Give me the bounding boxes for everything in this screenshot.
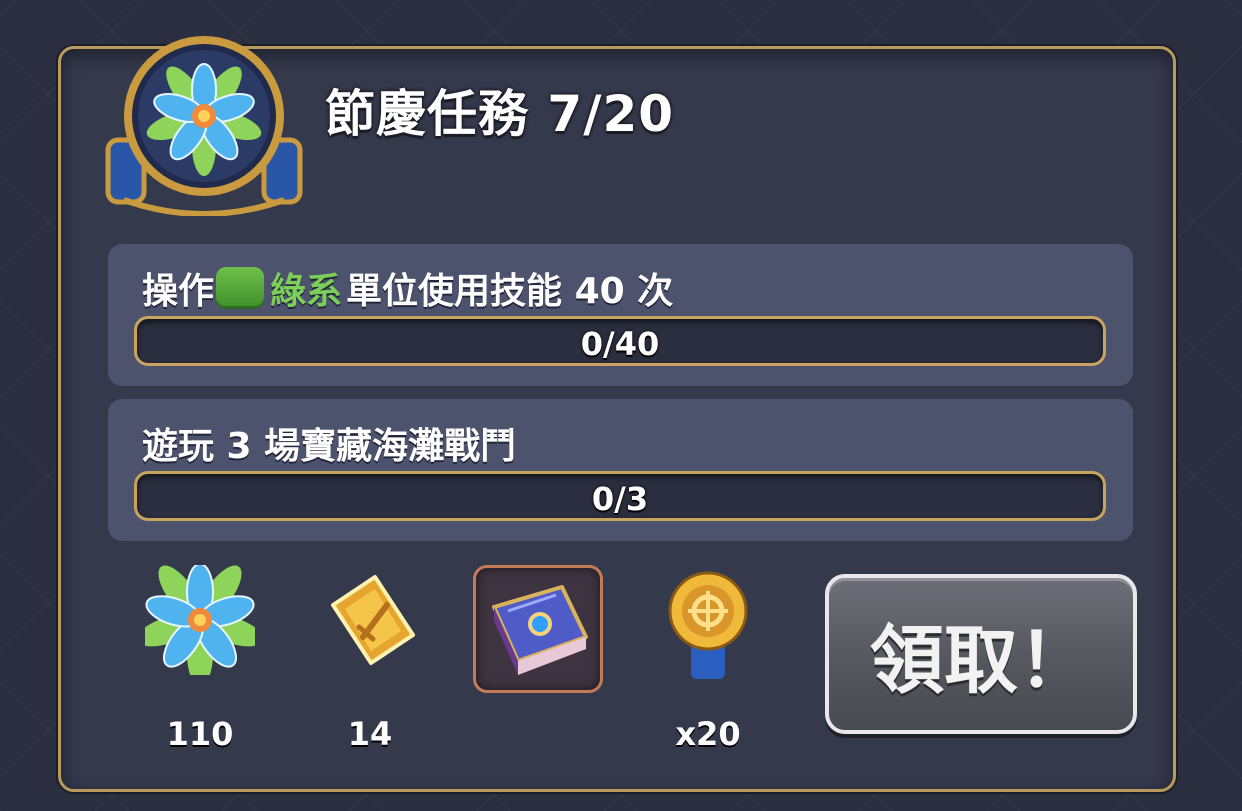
task-text-prefix: 操作 xyxy=(142,271,215,312)
task-progress-bar: 0/3 xyxy=(134,471,1106,521)
purple-spellbook-icon xyxy=(492,585,588,675)
task-text-suffix: 單位使用技能 40 次 xyxy=(346,271,674,312)
blue-flower-icon xyxy=(145,565,255,675)
quest-title: 節慶任務 7/20 xyxy=(325,85,675,143)
green-element-icon xyxy=(216,267,265,309)
reward-count: x20 xyxy=(675,715,741,753)
gold-sword-ticket-icon xyxy=(331,575,415,665)
reward-item[interactable]: 110 xyxy=(130,565,270,753)
claim-button[interactable]: 領取！ xyxy=(825,574,1137,734)
reward-item[interactable] xyxy=(468,565,608,745)
task-description: 遊玩 3 場寶藏海灘戰鬥 xyxy=(142,426,517,467)
task-color-word: 綠系 xyxy=(270,271,343,312)
reward-count: 14 xyxy=(347,715,393,753)
reward-count: 110 xyxy=(166,715,234,753)
reward-item[interactable]: 14 xyxy=(300,565,440,753)
reward-item[interactable]: x20 xyxy=(638,565,778,753)
progress-label: 0/3 xyxy=(591,480,649,518)
task-card: 操作 綠系 單位使用技能 40 次 0/40 xyxy=(108,244,1133,386)
gold-medal-icon xyxy=(668,571,748,679)
task-card: 遊玩 3 場寶藏海灘戰鬥 0/3 xyxy=(108,399,1133,541)
progress-label: 0/40 xyxy=(580,325,660,363)
selected-reward-frame xyxy=(473,565,603,693)
task-description: 操作 綠系 單位使用技能 40 次 xyxy=(142,262,673,314)
blue-flower-emblem-icon xyxy=(104,30,304,217)
task-progress-bar: 0/40 xyxy=(134,316,1106,366)
